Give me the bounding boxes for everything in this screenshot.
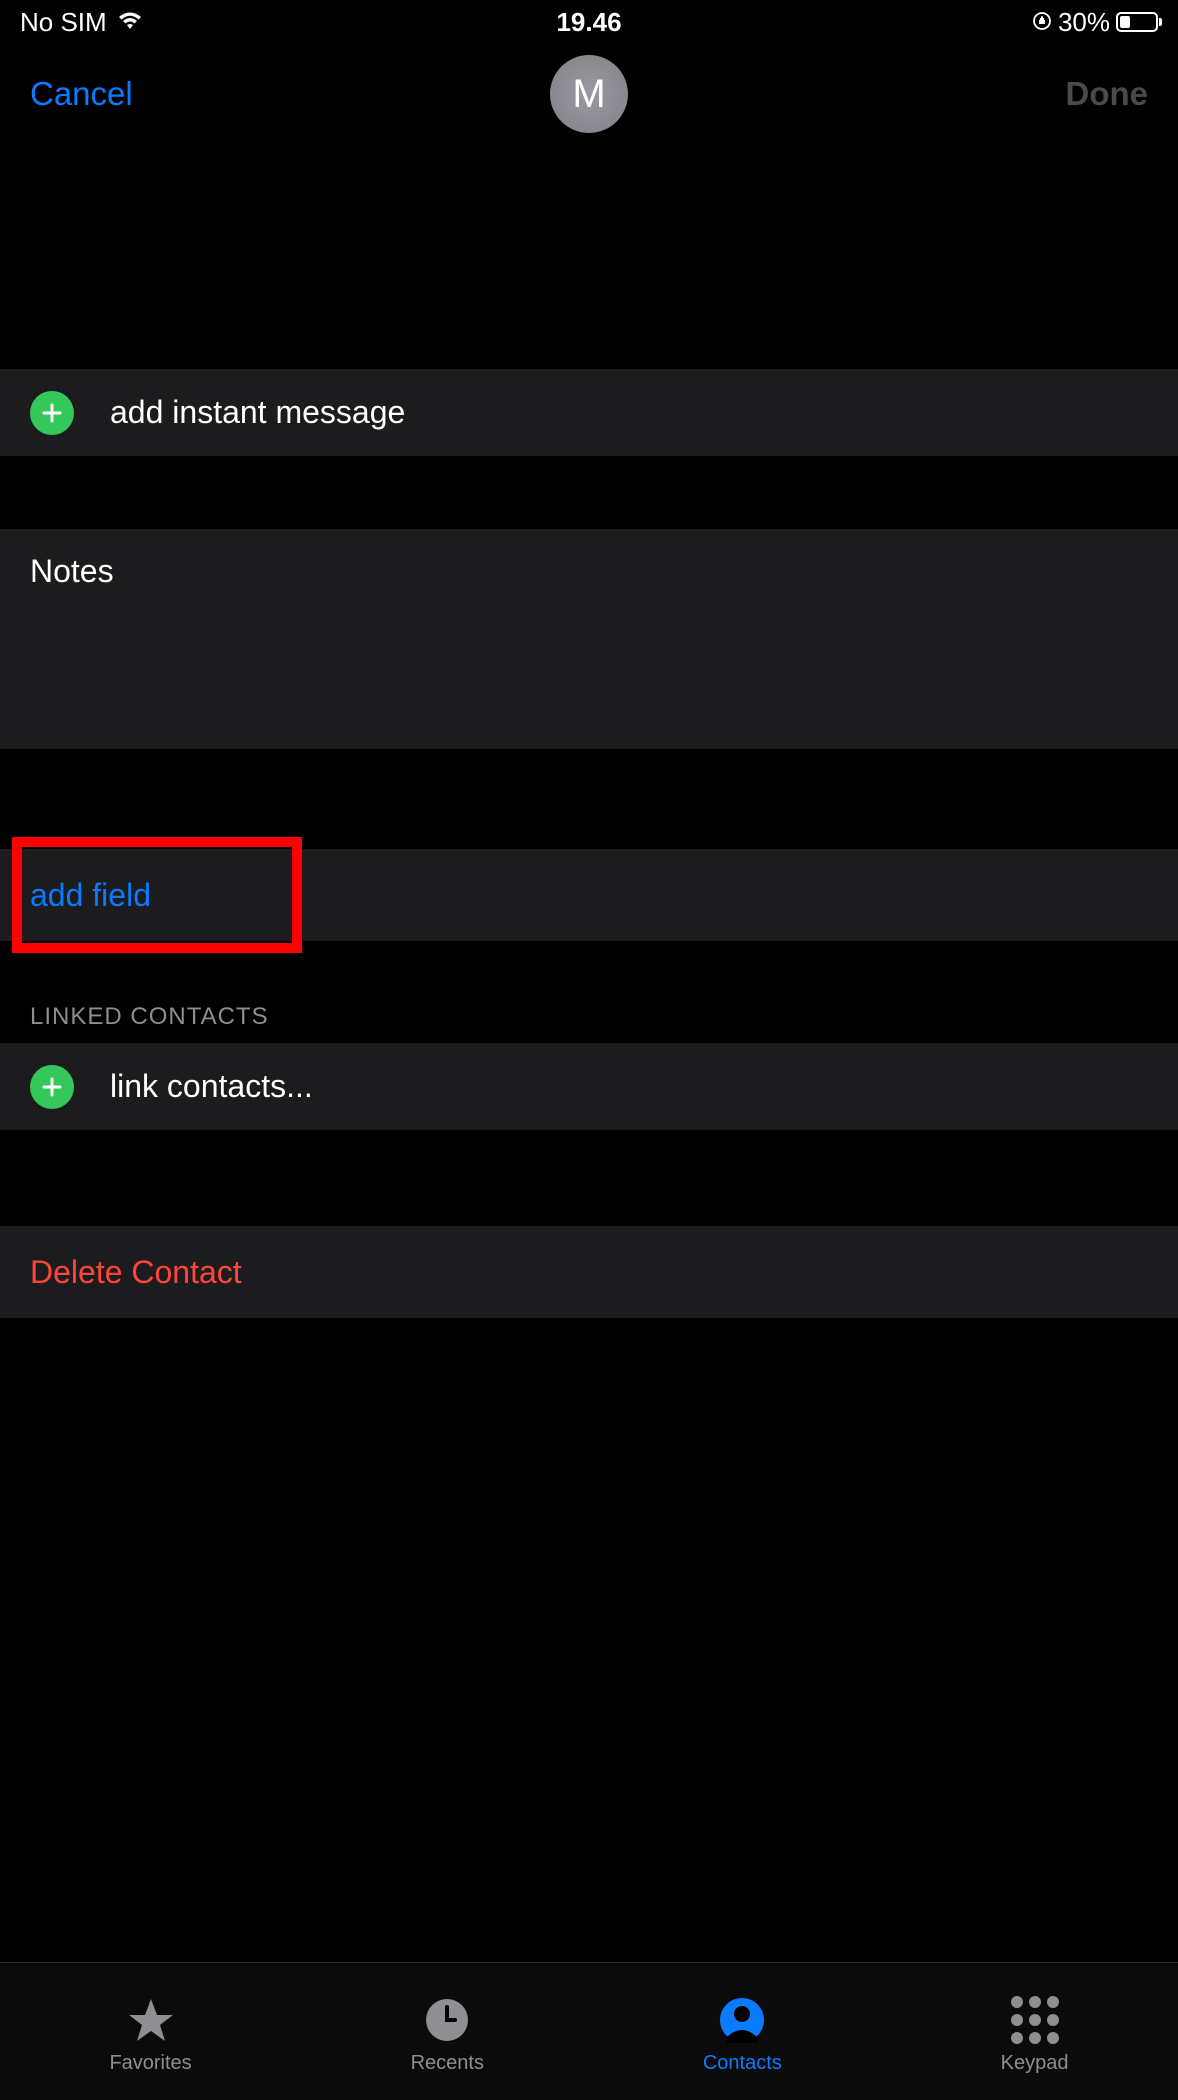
tab-label: Keypad	[1001, 2052, 1069, 2075]
done-button[interactable]: Done	[1066, 75, 1149, 113]
notes-label: Notes	[30, 553, 114, 589]
sim-status: No SIM	[20, 7, 107, 38]
tab-label: Recents	[411, 2052, 484, 2075]
delete-contact-label: Delete Contact	[30, 1254, 242, 1291]
add-field-label: add field	[30, 877, 151, 914]
add-icon	[30, 1065, 74, 1109]
link-contacts-label: link contacts...	[110, 1068, 313, 1105]
nav-bar: Cancel M Done	[0, 44, 1178, 144]
cancel-button[interactable]: Cancel	[30, 75, 133, 113]
battery-icon	[1116, 12, 1158, 32]
tab-favorites[interactable]: Favorites	[109, 1996, 191, 2075]
clock-icon	[424, 1996, 470, 2044]
linked-contacts-header: LINKED CONTACTS	[0, 941, 1178, 1043]
add-icon	[30, 391, 74, 435]
battery-percent: 30%	[1058, 7, 1110, 38]
status-bar: No SIM 19.46 30%	[0, 0, 1178, 44]
tab-keypad[interactable]: Keypad	[1001, 1996, 1069, 2075]
star-icon	[127, 1996, 175, 2044]
add-instant-message-row[interactable]: add instant message	[0, 369, 1178, 457]
tab-label: Favorites	[109, 2052, 191, 2075]
delete-contact-row[interactable]: Delete Contact	[0, 1226, 1178, 1318]
add-instant-message-label: add instant message	[110, 394, 405, 431]
notes-field[interactable]: Notes	[0, 529, 1178, 749]
keypad-icon	[1011, 1996, 1059, 2044]
orientation-lock-icon	[1032, 7, 1052, 38]
link-contacts-row[interactable]: link contacts...	[0, 1043, 1178, 1131]
wifi-icon	[117, 7, 143, 38]
avatar-initial: M	[572, 72, 605, 117]
tab-label: Contacts	[703, 2052, 782, 2075]
status-time: 19.46	[556, 7, 621, 38]
contacts-icon	[719, 1996, 765, 2044]
tab-contacts[interactable]: Contacts	[703, 1996, 782, 2075]
contact-avatar[interactable]: M	[550, 55, 628, 133]
add-field-row[interactable]: add field	[0, 849, 1178, 941]
tab-bar: Favorites Recents Contacts Keypad	[0, 1962, 1178, 2100]
tab-recents[interactable]: Recents	[411, 1996, 484, 2075]
